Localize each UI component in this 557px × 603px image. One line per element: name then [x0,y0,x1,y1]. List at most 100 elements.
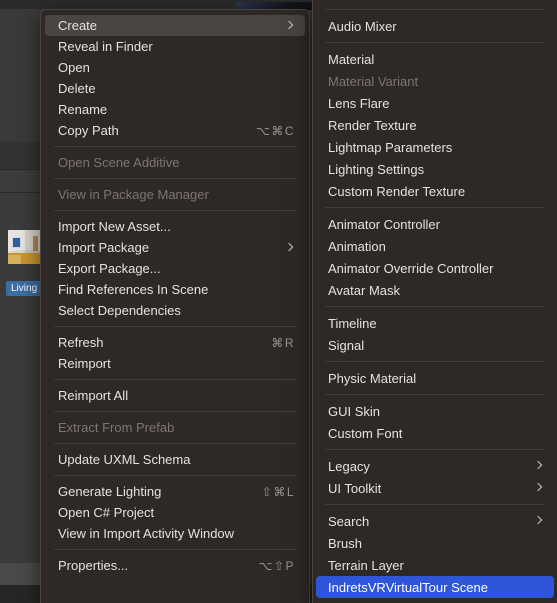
menu-item-label: Animation [328,238,386,254]
menu-item-find-references-in-scene[interactable]: Find References In Scene [45,279,305,300]
menu-item-timeline[interactable]: Timeline [316,312,554,334]
menu-item-label: Import New Asset... [58,219,171,234]
menu-item-label: Open Scene Additive [58,155,180,170]
menu-item-animator-controller[interactable]: Animator Controller [316,213,554,235]
menu-item-label: Refresh [58,335,104,350]
menu-item-label: Legacy [328,458,370,474]
menu-item-update-uxml-schema[interactable]: Update UXML Schema [45,449,305,470]
menu-separator [54,379,296,380]
menu-separator [54,178,296,179]
menu-item-properties[interactable]: Properties... ⌥⇧P [45,555,305,576]
menu-item-label: Material Variant [328,73,419,89]
chevron-right-icon [534,515,544,527]
menu-item-lightmap-parameters[interactable]: Lightmap Parameters [316,136,554,158]
menu-item-label: Lighting Settings [328,161,425,177]
menu-item-shortcut: ⇧⌘L [261,484,295,499]
menu-item-animation[interactable]: Animation [316,235,554,257]
menu-item-reimport[interactable]: Reimport [45,353,305,374]
menu-item-label: Render Texture [328,117,417,133]
menu-item-custom-render-texture[interactable]: Custom Render Texture [316,180,554,202]
menu-item-label: Find References In Scene [58,282,209,297]
menu-item-view-in-import-activity-window[interactable]: View in Import Activity Window [45,523,305,544]
asset-context-menu[interactable]: Create Reveal in Finder Open Delete Rename Co… [40,9,310,603]
menu-item-render-texture[interactable]: Render Texture [316,114,554,136]
menu-separator [325,42,545,43]
menu-item-copy-path[interactable]: Copy Path ⌥⌘C [45,120,305,141]
menu-item-label: Timeline [328,315,377,331]
menu-item-indretsvrvirtualtour-scene[interactable]: IndretsVRVirtualTour Scene [316,576,554,598]
menu-item-legacy[interactable]: Legacy [316,455,554,477]
thumbnail-floor-highlight [8,255,21,264]
menu-item-label: Update UXML Schema [58,452,191,467]
menu-item-label: Import Package [58,240,150,255]
menu-item-view-in-package-manager: View in Package Manager [45,184,305,205]
menu-item-animator-override-controller[interactable]: Animator Override Controller [316,257,554,279]
menu-item-label: Reimport [58,356,111,371]
menu-item-open-scene-additive: Open Scene Additive [45,152,305,173]
menu-item-label: UI Toolkit [328,480,382,496]
menu-separator [325,306,545,307]
menu-separator [54,549,296,550]
menu-item-terrain-layer[interactable]: Terrain Layer [316,554,554,576]
menu-item-label: IndretsVRVirtualTour Scene [328,579,488,595]
menu-item-shortcut: ⌘R [271,335,295,350]
menu-item-label: Lightmap Parameters [328,139,453,155]
menu-separator [325,361,545,362]
menu-item-reimport-all[interactable]: Reimport All [45,385,305,406]
menu-item-label: Export Package... [58,261,161,276]
menu-item-open-c-project[interactable]: Open C# Project [45,502,305,523]
chevron-right-icon [285,20,295,32]
menu-item-label: Delete [58,81,96,96]
menu-item-lighting-settings[interactable]: Lighting Settings [316,158,554,180]
menu-separator [54,443,296,444]
menu-separator [54,326,296,327]
menu-item-physic-material[interactable]: Physic Material [316,367,554,389]
menu-item-import-new-asset[interactable]: Import New Asset... [45,216,305,237]
menu-item-avatar-mask[interactable]: Avatar Mask [316,279,554,301]
menu-item-label: Custom Font [328,425,403,441]
menu-item-label: Brush [328,535,362,551]
menu-item-refresh[interactable]: Refresh ⌘R [45,332,305,353]
menu-item-lens-flare[interactable]: Lens Flare [316,92,554,114]
menu-item-label: Extract From Prefab [58,420,175,435]
menu-item-ui-toolkit[interactable]: UI Toolkit [316,477,554,499]
menu-separator [54,411,296,412]
menu-item-label: View in Package Manager [58,187,209,202]
menu-item-delete[interactable]: Delete [45,78,305,99]
menu-item-reveal-in-finder[interactable]: Reveal in Finder [45,36,305,57]
menu-item-label: Generate Lighting [58,484,162,499]
menu-separator [325,394,545,395]
menu-item-gui-skin[interactable]: GUI Skin [316,400,554,422]
thumbnail-painting [12,237,21,248]
menu-item-shortcut: ⌥⇧P [258,558,295,573]
menu-item-create[interactable]: Create [45,15,305,36]
thumbnail-door [33,236,38,251]
menu-item-label: Lens Flare [328,95,390,111]
menu-item-export-package[interactable]: Export Package... [45,258,305,279]
menu-item-label: Physic Material [328,370,417,386]
menu-separator [325,504,545,505]
menu-item-audio-mixer[interactable]: Audio Mixer [316,15,554,37]
menu-item-select-dependencies[interactable]: Select Dependencies [45,300,305,321]
menu-item-open[interactable]: Open [45,57,305,78]
menu-item-rename[interactable]: Rename [45,99,305,120]
menu-item-extract-from-prefab: Extract From Prefab [45,417,305,438]
menu-item-custom-font[interactable]: Custom Font [316,422,554,444]
menu-item-brush[interactable]: Brush [316,532,554,554]
menu-separator [325,449,545,450]
menu-separator [325,9,545,10]
menu-item-label: Animator Override Controller [328,260,494,276]
menu-item-label: GUI Skin [328,403,381,419]
menu-item-material[interactable]: Material [316,48,554,70]
menu-item-label: Terrain Layer [328,557,404,573]
menu-item-import-package[interactable]: Import Package [45,237,305,258]
chevron-right-icon [285,242,295,254]
chevron-right-icon [534,460,544,472]
menu-separator [54,210,296,211]
menu-item-generate-lighting[interactable]: Generate Lighting ⇧⌘L [45,481,305,502]
menu-item-signal[interactable]: Signal [316,334,554,356]
asset-thumbnail[interactable] [8,230,42,264]
menu-item-label: Animator Controller [328,216,440,232]
create-submenu[interactable]: Audio Mixer Material Material Variant Lens … [312,0,557,603]
menu-item-search[interactable]: Search [316,510,554,532]
